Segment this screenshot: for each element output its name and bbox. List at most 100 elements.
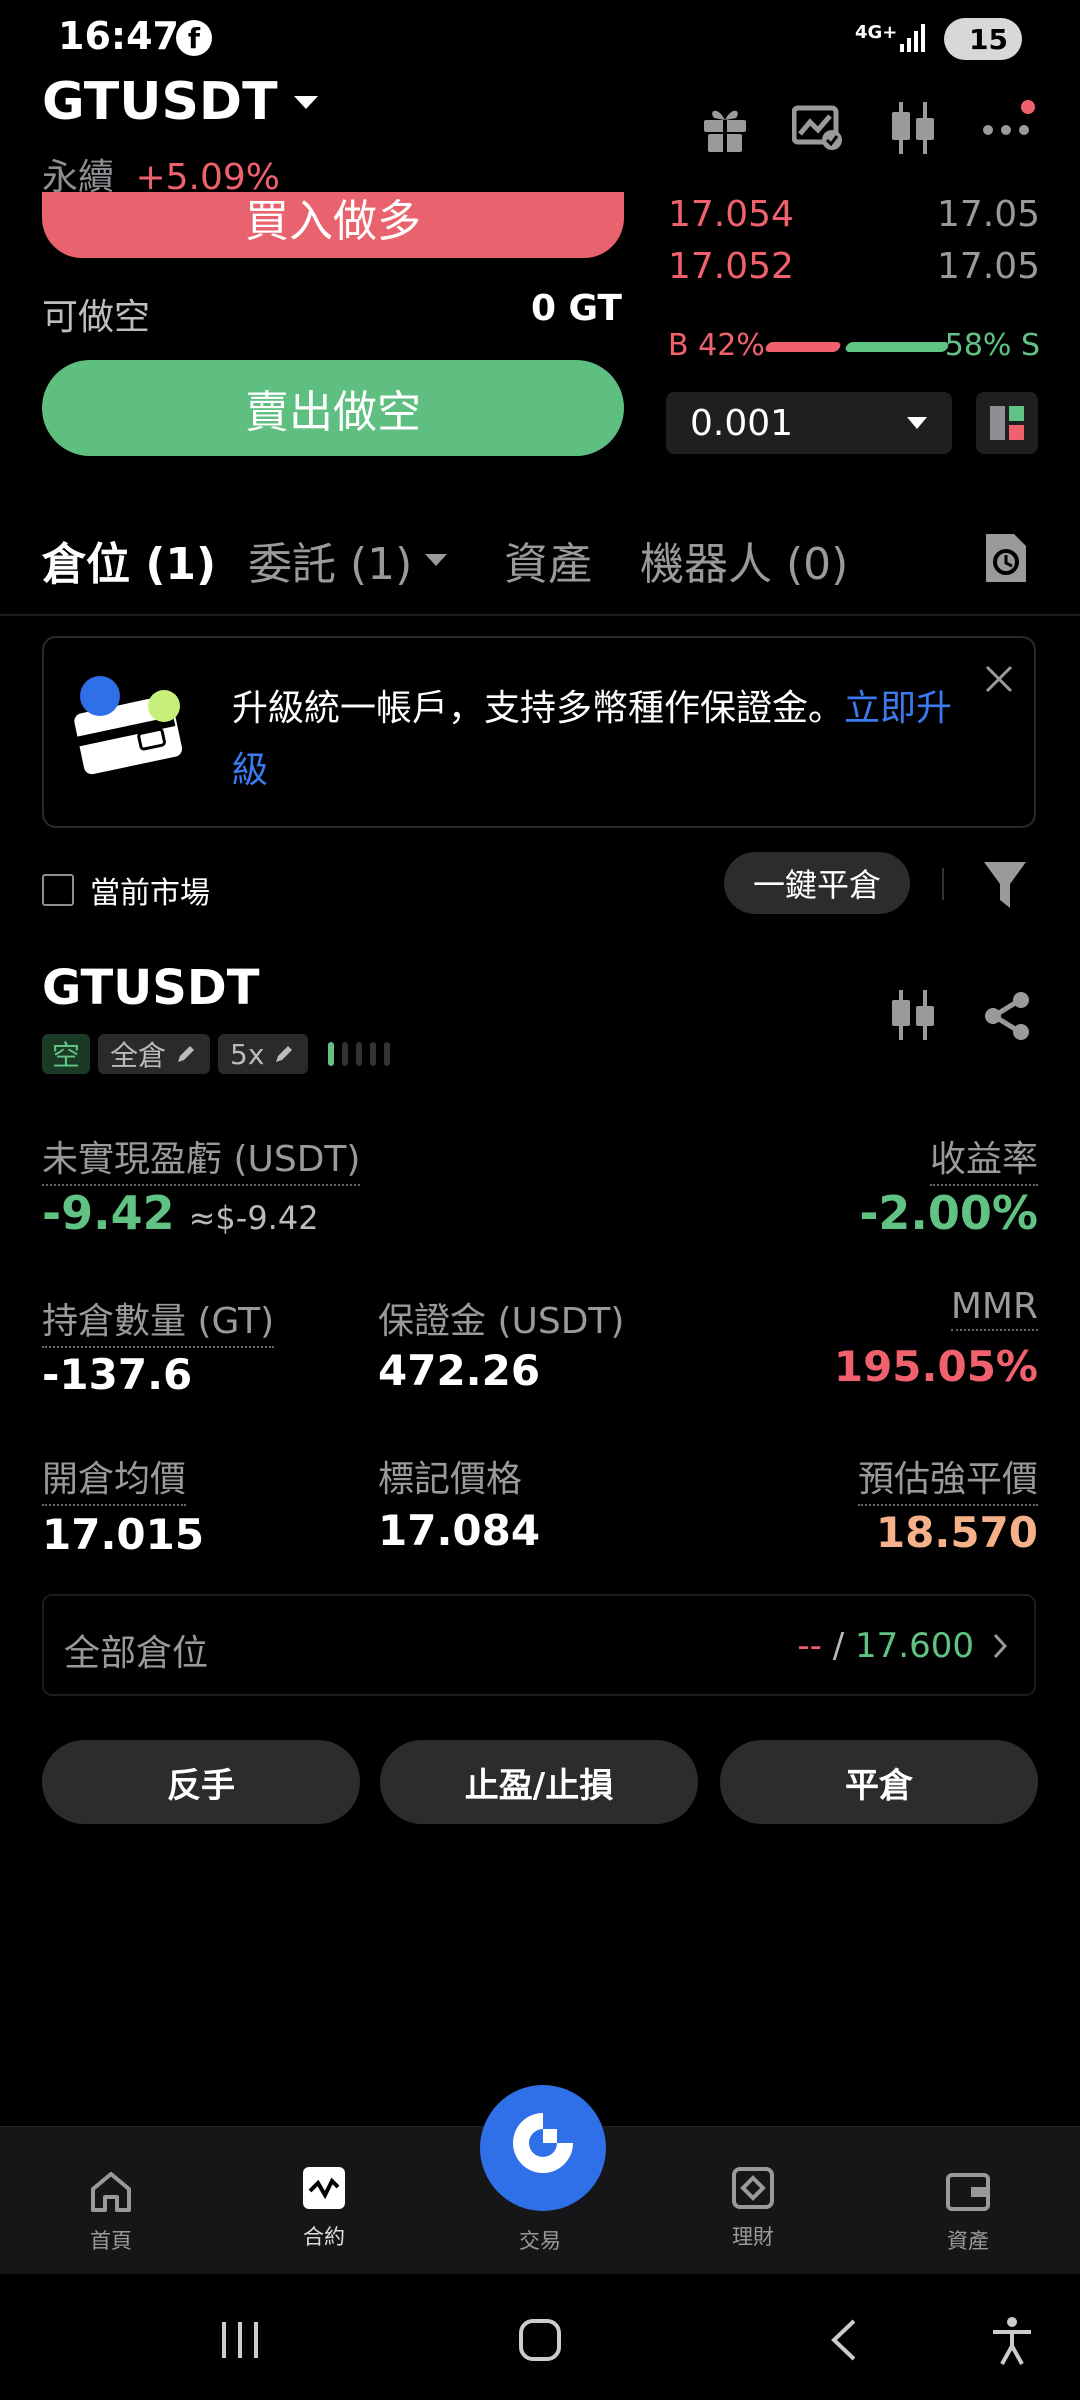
- caret-down-icon: [907, 417, 927, 429]
- symbol-selector[interactable]: GTUSDT: [42, 72, 320, 132]
- pnl-value-row: -9.42 ≈$-9.42: [42, 1186, 319, 1240]
- banner-message: 升級統一帳戶，支持多幣種作保證金。: [232, 688, 845, 729]
- short-available-value: 0 GT: [530, 288, 622, 329]
- buy-long-button[interactable]: 買入做多: [42, 192, 624, 258]
- reverse-button[interactable]: 反手: [42, 1740, 360, 1824]
- roe-label[interactable]: 收益率: [929, 1130, 1038, 1186]
- leverage-label: 5x: [230, 1037, 265, 1071]
- chevron-right-icon: [993, 1633, 1008, 1659]
- status-time: 16:47: [58, 14, 179, 58]
- buy-sell-ratio: B 42% 58% S: [668, 326, 1040, 366]
- ask-price: 17.052: [668, 246, 794, 287]
- chart-settings-icon[interactable]: [792, 104, 844, 152]
- ratio-bar-buy: [764, 342, 842, 352]
- battery-icon: 15: [944, 18, 1022, 60]
- accessibility-icon[interactable]: [990, 2316, 1034, 2366]
- tab-assets[interactable]: 資產: [504, 528, 592, 592]
- checkbox[interactable]: [42, 874, 74, 906]
- nav-home[interactable]: 首頁: [51, 2169, 171, 2255]
- precision-select[interactable]: 0.001: [666, 392, 952, 454]
- size-label[interactable]: 持倉數量 (GT): [42, 1292, 275, 1348]
- system-nav-bar: [0, 2274, 1080, 2400]
- caret-down-icon: [425, 554, 448, 566]
- liq-price-label[interactable]: 預估強平價: [857, 1450, 1038, 1506]
- candlestick-icon[interactable]: [888, 988, 938, 1042]
- history-icon[interactable]: [982, 532, 1028, 584]
- home-button-icon[interactable]: [518, 2318, 562, 2362]
- ask-size: 17.05: [936, 246, 1040, 287]
- battery-level: 15: [969, 22, 1008, 56]
- pnl-label[interactable]: 未實現盈虧 (USDT): [42, 1130, 361, 1186]
- mark-price-label: 標記價格: [378, 1459, 523, 1500]
- edit-icon: [276, 1046, 293, 1062]
- all-positions-left: --: [797, 1626, 822, 1666]
- ratio-bar: [764, 342, 950, 352]
- edit-icon: [178, 1046, 195, 1062]
- nav-futures[interactable]: 合約: [264, 2165, 384, 2251]
- tab-positions[interactable]: 倉位 (1): [42, 528, 216, 592]
- entry-price-label[interactable]: 開倉均價: [42, 1450, 187, 1506]
- leverage-tag[interactable]: 5x: [218, 1034, 309, 1074]
- precision-value: 0.001: [690, 402, 794, 444]
- margin-mode-tag[interactable]: 全倉: [98, 1034, 211, 1074]
- upgrade-banner: 升級統一帳戶，支持多幣種作保證金。立即升級: [42, 636, 1036, 828]
- orderbook: 17.054 17.05 17.052 17.05: [668, 190, 1040, 294]
- mmr-value: 195.05%: [833, 1342, 1038, 1391]
- buy-ratio-label: B 42%: [668, 328, 765, 363]
- sell-short-button[interactable]: 賣出做空: [42, 360, 624, 456]
- banner-text: 升級統一帳戶，支持多幣種作保證金。立即升級: [232, 678, 972, 802]
- all-positions-right: 17.600: [855, 1626, 974, 1666]
- current-market-label: 當前市場: [90, 876, 210, 911]
- bottom-nav: 首頁 合約 交易 理財 資產: [0, 2085, 1080, 2275]
- tab-orders-label: 委託 (1): [248, 539, 413, 590]
- gift-icon[interactable]: [700, 102, 750, 154]
- close-position-button[interactable]: 平倉: [720, 1740, 1038, 1824]
- nav-assets[interactable]: 資產: [908, 2169, 1028, 2255]
- ask-row[interactable]: 17.054 17.05: [668, 190, 1040, 242]
- margin-mode-label: 全倉: [110, 1039, 167, 1072]
- position-symbol[interactable]: GTUSDT: [42, 960, 259, 1016]
- position-tags: 空 全倉 5x: [42, 1034, 391, 1074]
- ask-size: 17.05: [936, 194, 1040, 235]
- margin-value: 472.26: [378, 1346, 541, 1395]
- position-tabs: 倉位 (1) 委託 (1) 資產 機器人 (0): [0, 510, 1080, 616]
- tab-bots[interactable]: 機器人 (0): [640, 528, 848, 592]
- liq-price-value: 18.570: [875, 1508, 1038, 1557]
- more-icon[interactable]: [980, 98, 1036, 144]
- nav-trade[interactable]: 交易: [480, 2085, 606, 2255]
- home-icon: [91, 2172, 131, 2212]
- nav-assets-label: 資產: [947, 2229, 989, 2253]
- all-positions-sep: /: [821, 1626, 856, 1666]
- nav-earn[interactable]: 理財: [693, 2165, 813, 2251]
- risk-level-indicator: [328, 1042, 391, 1066]
- recent-apps-icon[interactable]: [218, 2320, 262, 2360]
- sell-short-label: 賣出做空: [245, 387, 421, 438]
- trade-center-button[interactable]: [480, 2085, 606, 2211]
- roe-value: -2.00%: [859, 1186, 1038, 1240]
- all-positions-row[interactable]: 全部倉位 -- / 17.600: [42, 1594, 1036, 1696]
- orderbook-layout-button[interactable]: [976, 392, 1038, 454]
- size-value: -137.6: [42, 1350, 193, 1399]
- tab-orders[interactable]: 委託 (1): [248, 528, 448, 592]
- entry-price-value: 17.015: [42, 1510, 205, 1559]
- ask-row[interactable]: 17.052 17.05: [668, 242, 1040, 294]
- reverse-label: 反手: [167, 1765, 235, 1806]
- mmr-label[interactable]: MMR: [950, 1286, 1038, 1331]
- nav-home-label: 首頁: [90, 2229, 132, 2253]
- close-all-button[interactable]: 一鍵平倉: [724, 852, 910, 914]
- side-label: 空: [52, 1039, 81, 1072]
- back-icon[interactable]: [828, 2318, 858, 2362]
- close-icon[interactable]: [984, 664, 1014, 694]
- layout-icon: [990, 406, 1024, 440]
- share-icon[interactable]: [982, 990, 1032, 1042]
- status-bar: 16:47 f 4G+ 15: [0, 0, 1080, 80]
- wallet-icon: [946, 2173, 990, 2211]
- symbol-title: GTUSDT: [42, 72, 278, 132]
- nav-trade-label: 交易: [519, 2229, 561, 2253]
- sell-ratio-label: 58% S: [944, 328, 1040, 363]
- tpsl-label: 止盈/止損: [464, 1765, 614, 1806]
- candlestick-icon[interactable]: [888, 100, 938, 156]
- filter-icon[interactable]: [982, 860, 1028, 910]
- current-market-filter[interactable]: 當前市場: [42, 868, 210, 912]
- tpsl-button[interactable]: 止盈/止損: [380, 1740, 698, 1824]
